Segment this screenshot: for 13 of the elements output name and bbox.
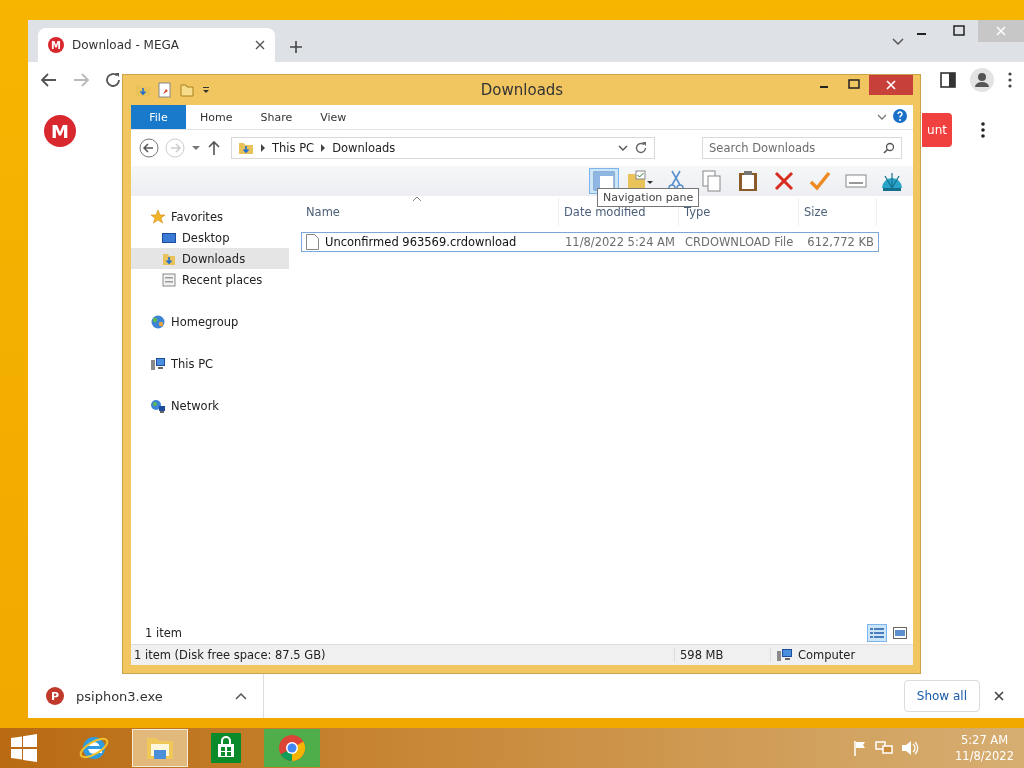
file-name: Unconfirmed 963569.crdownload — [325, 235, 517, 249]
file-date: 11/8/2022 5:24 AM — [564, 235, 676, 249]
window-title: Downloads — [479, 81, 565, 99]
status-text: 1 item (Disk free space: 87.5 GB) — [131, 648, 675, 662]
item-count: 1 item — [145, 626, 182, 640]
psiphon-logo-icon: P — [46, 687, 64, 705]
file-type: CRDOWNLOAD File — [684, 235, 795, 249]
mega-logo-icon: M — [44, 115, 76, 147]
mega-logo-icon: M — [48, 37, 64, 53]
status-size: 598 MB — [675, 648, 771, 662]
status-location: Computer — [798, 648, 856, 662]
tooltip: Navigation pane — [597, 188, 700, 207]
file-size: 612,772 KB — [806, 235, 875, 249]
